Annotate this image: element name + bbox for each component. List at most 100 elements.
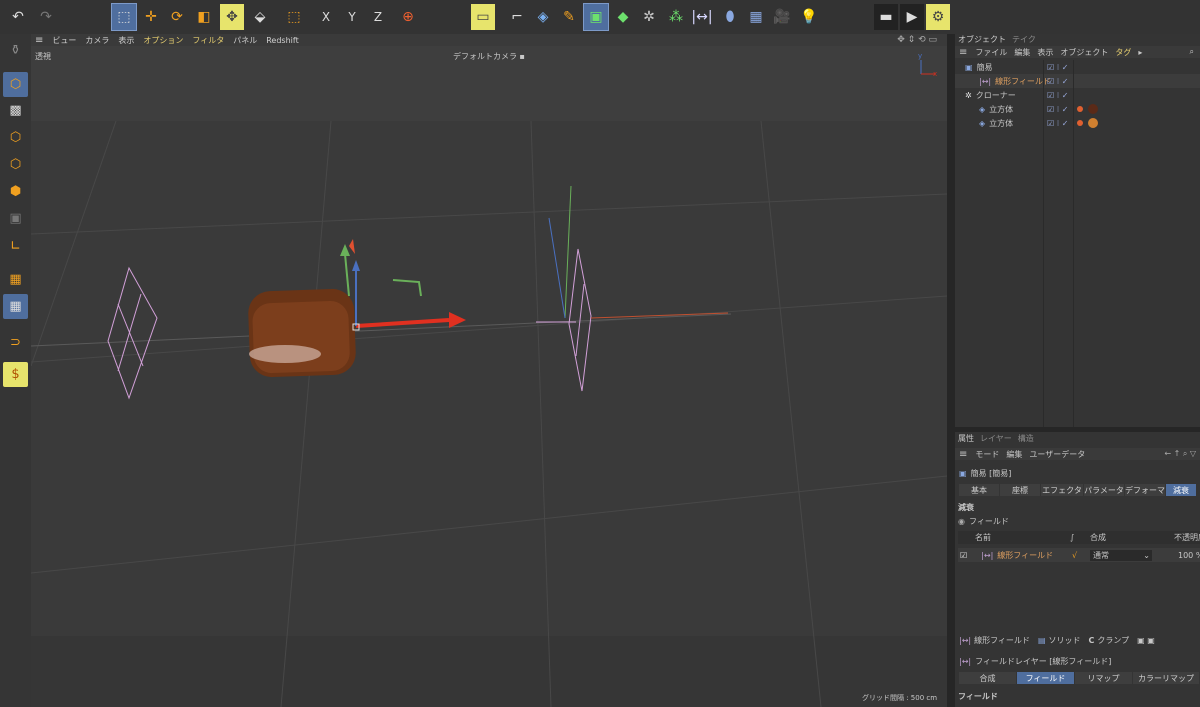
- spline-icon[interactable]: ⌐: [505, 4, 529, 30]
- tab-objects[interactable]: オブジェクト: [958, 34, 1006, 45]
- subtab-falloff[interactable]: 減衰: [1166, 484, 1196, 496]
- generator-icon[interactable]: ▣: [583, 3, 609, 31]
- model-mode-icon[interactable]: ⬡: [3, 72, 28, 97]
- object-row-linear-field[interactable]: |↔| 線形フィールド ☑ ⁝ ✓: [955, 74, 1200, 88]
- pen-icon[interactable]: ✎: [557, 4, 581, 30]
- render-icon[interactable]: ▶: [900, 4, 924, 30]
- om-menu-icon[interactable]: ≡: [959, 47, 967, 58]
- tab-structure[interactable]: 構造: [1018, 433, 1034, 444]
- viewport-menu-panel[interactable]: パネル: [233, 35, 257, 46]
- floor-icon[interactable]: ▦: [744, 4, 768, 30]
- om-menu-edit[interactable]: 編集: [1014, 47, 1030, 58]
- viewport-menu-display[interactable]: 表示: [118, 35, 134, 46]
- 3d-viewport[interactable]: x y 透視 デフォルトカメラ ▪ グリッド間隔 : 500 cm: [31, 46, 947, 707]
- subtab-effector[interactable]: エフェクタ: [1041, 484, 1083, 496]
- tab-takes[interactable]: テイク: [1012, 34, 1036, 45]
- viewport-camera-name[interactable]: デフォルトカメラ ▪: [453, 51, 525, 62]
- snap-grid-icon[interactable]: ▦: [3, 294, 28, 319]
- attr-menu-mode[interactable]: モード: [975, 449, 999, 460]
- move-handle-icon[interactable]: ✥: [220, 4, 244, 30]
- object-row-simple[interactable]: ▣ 簡易 ☑ ⁝ ✓: [955, 60, 1200, 74]
- axis-mode-icon[interactable]: ∟: [3, 234, 28, 259]
- undo-icon[interactable]: ↶: [6, 4, 30, 30]
- dollar-icon[interactable]: $: [3, 362, 28, 387]
- visibility-icon[interactable]: ☑ ⁝ ✓: [1047, 91, 1069, 100]
- viewport-nav-icons[interactable]: ✥ ⇕ ⟲ ▭: [897, 35, 937, 45]
- field-icon[interactable]: |↔|: [690, 4, 714, 30]
- layer-tab-blend[interactable]: 合成: [959, 672, 1016, 684]
- y-axis-icon[interactable]: Y: [340, 4, 364, 30]
- view-icon[interactable]: ▭: [471, 4, 495, 30]
- extra-layer-icon[interactable]: ▣ ▣: [1137, 636, 1155, 645]
- object-row-cloner[interactable]: ✲ クローナー ☑ ⁝ ✓: [955, 88, 1200, 102]
- om-menu-object[interactable]: オブジェクト: [1060, 47, 1108, 58]
- add-clamp-button[interactable]: クランプ: [1097, 635, 1129, 646]
- move-icon[interactable]: ✛: [139, 4, 163, 30]
- mograph-icon[interactable]: ⁂: [664, 4, 688, 30]
- visibility-icon[interactable]: ☑ ⁝ ✓: [1047, 119, 1069, 128]
- viewport-menu-filter[interactable]: フィルタ: [192, 35, 224, 46]
- magnet-icon[interactable]: ⊃: [3, 330, 28, 355]
- tab-attributes[interactable]: 属性: [958, 433, 974, 444]
- om-menu-view[interactable]: 表示: [1037, 47, 1053, 58]
- rotate-icon[interactable]: ⟳: [165, 4, 189, 30]
- blend-select[interactable]: 通常 ⌄: [1090, 549, 1152, 561]
- viewport-menu-view[interactable]: ビュー: [52, 35, 76, 46]
- subtab-deformer[interactable]: デフォーマ: [1125, 484, 1165, 496]
- subtab-parameter[interactable]: パラメータ: [1084, 484, 1124, 496]
- viewport-menu-options[interactable]: オプション: [143, 35, 183, 46]
- visibility-icon[interactable]: ☑ ⁝ ✓: [1047, 105, 1069, 114]
- light-icon[interactable]: 💡: [797, 4, 821, 30]
- lasso-icon[interactable]: ⬚: [282, 4, 306, 30]
- render-settings-icon[interactable]: ⚙: [926, 4, 950, 30]
- tab-layers[interactable]: レイヤー: [980, 433, 1012, 444]
- add-solid-button[interactable]: ソリッド: [1049, 635, 1081, 646]
- polygon-mode-icon[interactable]: ⬢: [3, 179, 28, 204]
- material-icon[interactable]: [1088, 104, 1098, 114]
- x-axis-icon[interactable]: X: [314, 4, 338, 30]
- deformer-icon[interactable]: ✲: [637, 4, 661, 30]
- cube-icon[interactable]: ◈: [531, 4, 555, 30]
- coordinate-icon[interactable]: ⊕: [396, 4, 420, 30]
- radio-icon[interactable]: ◉: [958, 517, 965, 526]
- tag-icon[interactable]: [1077, 106, 1083, 112]
- material-icon[interactable]: [1088, 118, 1098, 128]
- menu-hamburger-icon[interactable]: ≡: [35, 35, 43, 46]
- remap-icon[interactable]: √: [1072, 551, 1077, 560]
- attr-menu-icon[interactable]: ≡: [959, 449, 967, 460]
- subtab-coord[interactable]: 座標: [1000, 484, 1040, 496]
- layer-tab-remap[interactable]: リマップ: [1075, 672, 1132, 684]
- camera-icon[interactable]: 🎥: [770, 4, 794, 30]
- live-selection-icon[interactable]: ⬚: [111, 3, 137, 31]
- texture-mode-icon[interactable]: ▩: [3, 98, 28, 123]
- paint-icon[interactable]: ⚱: [3, 38, 28, 63]
- object-row-cube-2[interactable]: ◈ 立方体 ☑ ⁝ ✓: [955, 116, 1200, 130]
- om-menu-tag[interactable]: タグ: [1115, 47, 1131, 58]
- enable-checkbox[interactable]: ☑: [960, 551, 967, 560]
- om-menu-file[interactable]: ファイル: [975, 47, 1007, 58]
- capsule-icon[interactable]: ⬮: [718, 4, 742, 30]
- viewport-menu-redshift[interactable]: Redshift: [266, 36, 298, 45]
- om-search-icon[interactable]: ⌕: [1190, 47, 1194, 57]
- visibility-icon[interactable]: ☑ ⁝ ✓: [1047, 63, 1069, 72]
- layer-tab-field[interactable]: フィールド: [1017, 672, 1074, 684]
- attr-menu-edit[interactable]: 編集: [1006, 449, 1022, 460]
- model-icon[interactable]: ⬙: [248, 4, 272, 30]
- add-linear-field-button[interactable]: 線形フィールド: [974, 635, 1030, 646]
- opacity-value[interactable]: 100 %: [1178, 551, 1200, 560]
- viewport-menu-camera[interactable]: カメラ: [85, 35, 109, 46]
- uv-mode-icon[interactable]: ▣: [3, 206, 28, 231]
- tag-icon[interactable]: [1077, 120, 1083, 126]
- render-view-icon[interactable]: ▬: [874, 4, 898, 30]
- scale-icon[interactable]: ◧: [192, 4, 216, 30]
- subtab-basic[interactable]: 基本: [959, 484, 999, 496]
- workplane-icon[interactable]: ▦: [3, 267, 28, 292]
- om-more-icon[interactable]: ▸: [1138, 48, 1142, 57]
- object-row-cube-1[interactable]: ◈ 立方体 ☑ ⁝ ✓: [955, 102, 1200, 116]
- attr-menu-userdata[interactable]: ユーザーデータ: [1029, 449, 1085, 460]
- cube-green-icon[interactable]: ◆: [611, 4, 635, 30]
- edge-mode-icon[interactable]: ⬡: [3, 152, 28, 177]
- field-layer-row[interactable]: ☑ |↔| 線形フィールド √ 通常⌄ 100 %: [958, 548, 1200, 562]
- point-mode-icon[interactable]: ⬡: [3, 125, 28, 150]
- redo-icon[interactable]: ↷: [34, 4, 58, 30]
